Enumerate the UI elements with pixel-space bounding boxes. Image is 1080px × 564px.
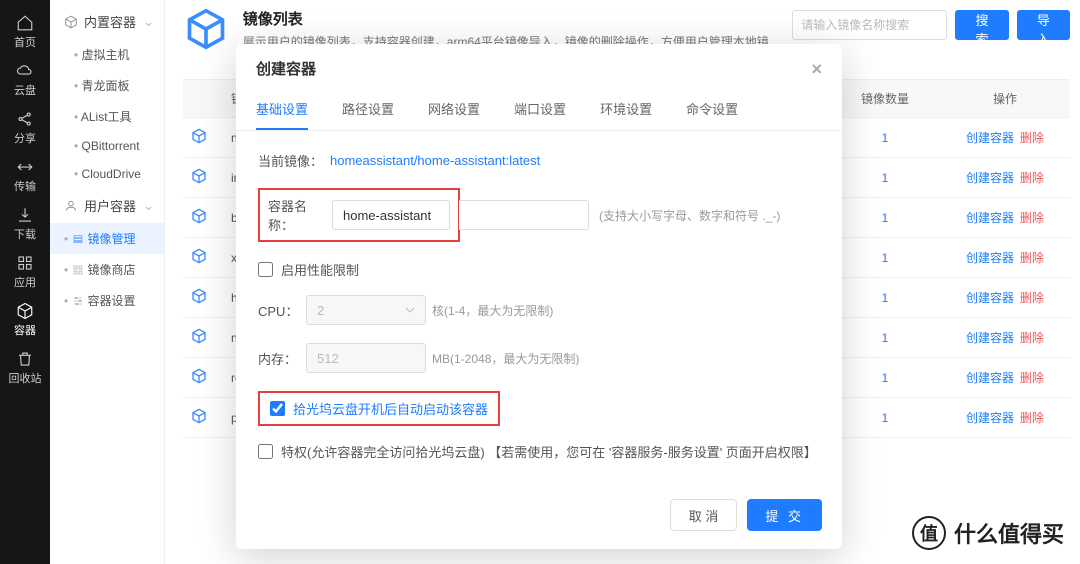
modal-tabs: 基础设置路径设置网络设置端口设置环境设置命令设置 [236,89,842,131]
tab-4[interactable]: 环境设置 [600,89,652,130]
close-icon[interactable]: × [811,60,822,78]
watermark-text: 什么值得买 [954,517,1064,549]
tab-3[interactable]: 端口设置 [514,89,566,130]
container-name-label: 容器名称： [268,196,332,234]
container-name-hint: (支持大小写字母、数字和符号 ._-) [599,207,780,224]
perf-limit-checkbox[interactable] [258,262,273,277]
autostart-checkbox[interactable] [270,401,285,416]
cpu-hint: 核(1-4，最大为无限制) [432,302,553,319]
container-name-highlight: 容器名称： [258,188,460,242]
chevron-down-icon [405,305,415,315]
modal-title: 创建容器 [256,58,316,79]
current-image-label: 当前镜像： [258,151,330,170]
cpu-label: CPU： [258,301,306,320]
watermark-badge: 值 [912,516,946,550]
autostart-highlight: 拾光坞云盘开机后自动启动该容器 [258,391,500,426]
privileged-label: 特权(允许容器完全访问拾光坞云盘) 【若需使用，您可在 '容器服务-服务设置' … [281,442,817,461]
container-name-extra-input[interactable] [459,200,589,230]
cancel-button[interactable]: 取 消 [670,499,738,531]
submit-button[interactable]: 提 交 [747,499,822,531]
watermark: 值 什么值得买 [912,516,1064,550]
mem-hint: MB(1-2048，最大为无限制) [432,350,579,367]
current-image-value[interactable]: homeassistant/home-assistant:latest [330,153,540,168]
autostart-label: 拾光坞云盘开机后自动启动该容器 [293,399,488,418]
mem-input[interactable] [306,343,426,373]
tab-1[interactable]: 路径设置 [342,89,394,130]
perf-limit-label: 启用性能限制 [281,260,359,279]
privileged-checkbox[interactable] [258,444,273,459]
tab-0[interactable]: 基础设置 [256,89,308,130]
tab-5[interactable]: 命令设置 [686,89,738,130]
create-container-modal: 创建容器 × 基础设置路径设置网络设置端口设置环境设置命令设置 当前镜像： ho… [236,44,842,549]
mem-label: 内存： [258,349,306,368]
cpu-select[interactable]: 2 [306,295,426,325]
tab-2[interactable]: 网络设置 [428,89,480,130]
container-name-input[interactable] [332,200,450,230]
